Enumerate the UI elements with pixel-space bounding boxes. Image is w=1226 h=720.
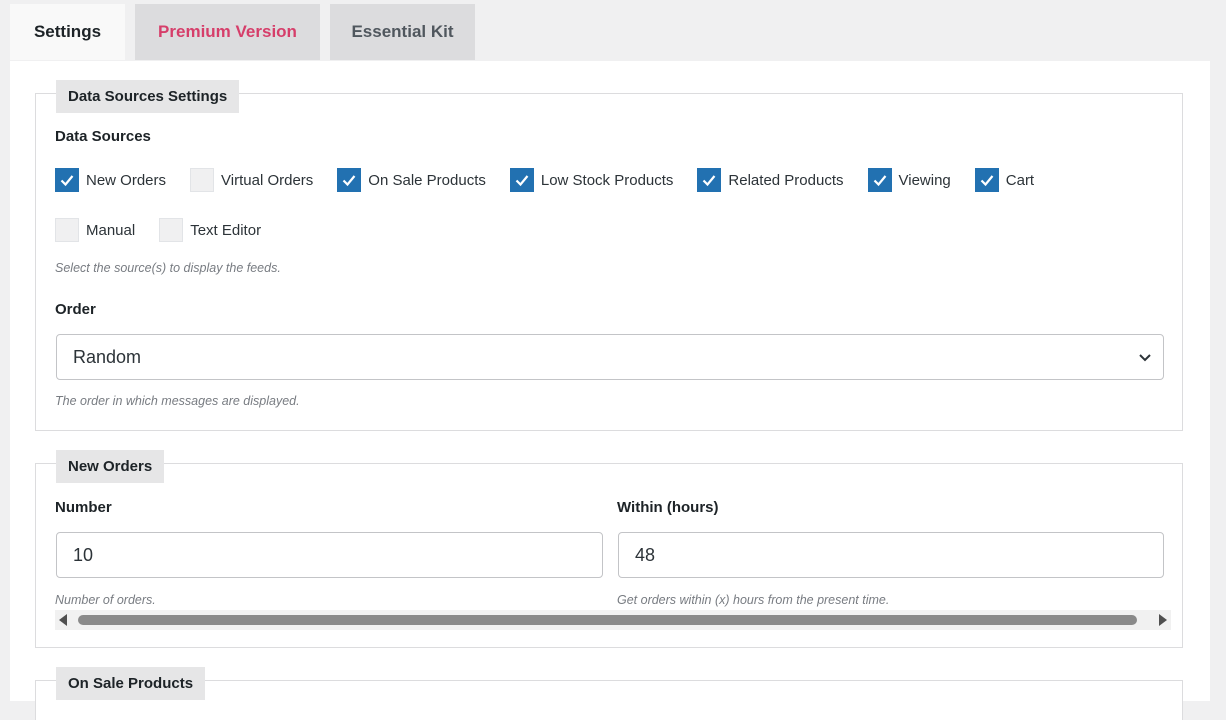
- within-hours-input[interactable]: 48: [618, 532, 1164, 578]
- data-sources-row-2: Manual Text Editor: [55, 218, 285, 242]
- within-hours-input-value: 48: [635, 544, 656, 565]
- scroll-left-arrow-icon[interactable]: [59, 614, 67, 626]
- order-label: Order: [55, 301, 96, 318]
- checkbox-unchecked-icon[interactable]: [159, 218, 184, 242]
- scroll-right-arrow-icon[interactable]: [1159, 614, 1167, 626]
- checkbox-label: Text Editor: [190, 221, 262, 239]
- checkbox-label: Manual: [86, 221, 136, 239]
- chevron-down-icon: [1139, 354, 1151, 362]
- order-description: The order in which messages are displaye…: [55, 394, 300, 408]
- order-select[interactable]: Random: [56, 334, 1164, 380]
- checkbox-label: Low Stock Products: [540, 171, 674, 189]
- settings-panel: Data Sources Settings Data Sources New O…: [10, 61, 1210, 720]
- checkbox-checked-icon[interactable]: [509, 168, 534, 192]
- source-checkbox-on-sale-products[interactable]: On Sale Products: [337, 168, 486, 192]
- number-input-value: 10: [73, 544, 94, 565]
- source-checkbox-manual[interactable]: Manual: [55, 218, 135, 242]
- checkbox-label: Virtual Orders: [221, 171, 314, 189]
- checkbox-label: On Sale Products: [368, 171, 486, 189]
- checkbox-checked-icon[interactable]: [697, 168, 722, 192]
- tab-essential-kit[interactable]: Essential Kit: [330, 4, 475, 60]
- settings-tabs: Settings Premium Version Essential Kit: [10, 4, 475, 60]
- on-sale-products-section: On Sale Products: [35, 667, 1183, 720]
- checkbox-checked-icon[interactable]: [974, 168, 999, 192]
- within-hours-description: Get orders within (x) hours from the pre…: [617, 593, 890, 607]
- number-label: Number: [55, 499, 112, 516]
- checkbox-checked-icon[interactable]: [867, 168, 892, 192]
- number-description: Number of orders.: [55, 593, 156, 607]
- source-checkbox-low-stock-products[interactable]: Low Stock Products: [509, 168, 674, 192]
- horizontal-scrollbar[interactable]: [55, 610, 1171, 630]
- source-checkbox-cart[interactable]: Cart: [974, 168, 1035, 192]
- section-legend: On Sale Products: [56, 667, 206, 700]
- data-sources-label: Data Sources: [55, 128, 151, 145]
- checkbox-label: Related Products: [728, 171, 844, 189]
- data-sources-row-1: New Orders Virtual Orders On Sale Produc…: [55, 168, 1058, 192]
- source-checkbox-virtual-orders[interactable]: Virtual Orders: [190, 168, 313, 192]
- checkbox-checked-icon[interactable]: [55, 168, 79, 192]
- source-checkbox-text-editor[interactable]: Text Editor: [159, 218, 261, 242]
- source-checkbox-related-products[interactable]: Related Products: [697, 168, 844, 192]
- section-legend: Data Sources Settings: [56, 80, 240, 113]
- number-input[interactable]: 10: [56, 532, 603, 578]
- checkbox-checked-icon[interactable]: [337, 168, 362, 192]
- source-checkbox-new-orders[interactable]: New Orders: [55, 168, 166, 192]
- order-select-value: Random: [73, 346, 142, 367]
- within-hours-label: Within (hours): [617, 499, 719, 516]
- checkbox-unchecked-icon[interactable]: [55, 218, 79, 242]
- scrollbar-thumb[interactable]: [78, 615, 1137, 625]
- tab-premium-version[interactable]: Premium Version: [135, 4, 320, 60]
- checkbox-label: New Orders: [86, 171, 167, 189]
- tab-settings[interactable]: Settings: [10, 4, 125, 60]
- data-sources-description: Select the source(s) to display the feed…: [55, 261, 281, 275]
- checkbox-label: Cart: [1005, 171, 1035, 189]
- checkbox-label: Viewing: [898, 171, 951, 189]
- section-legend: New Orders: [56, 450, 165, 483]
- source-checkbox-viewing[interactable]: Viewing: [867, 168, 951, 192]
- checkbox-unchecked-icon[interactable]: [190, 168, 215, 192]
